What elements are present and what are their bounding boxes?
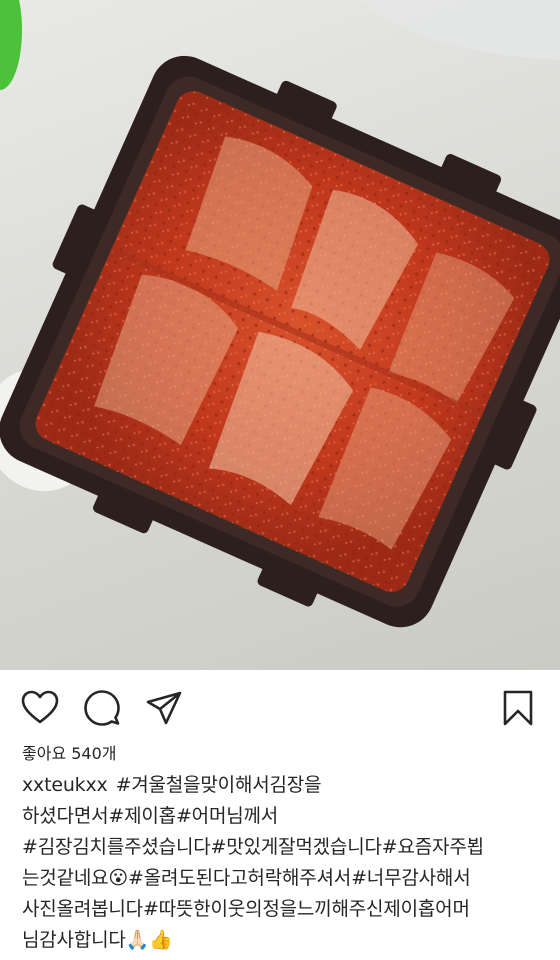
post-caption: xxteukxx #겨울철을맞이해서김장을 하셨다면서#제이홉#어머님께서 #김장…	[22, 770, 547, 956]
caption-text: #겨울철을맞이해서김장을	[115, 774, 322, 796]
save-button[interactable]	[498, 688, 538, 728]
post-actions-bar	[0, 670, 560, 740]
comment-button[interactable]	[82, 688, 122, 728]
caption-line: 사진올려봅니다#따뜻한이웃의정을느끼해주신제이홉어머	[22, 898, 470, 920]
share-icon	[146, 691, 182, 725]
likes-count[interactable]: 좋아요 540개	[22, 740, 117, 764]
share-button[interactable]	[144, 688, 184, 728]
caption-line: xxteukxx #겨울철을맞이해서김장을	[22, 770, 547, 801]
bookmark-icon	[503, 690, 533, 726]
username-link[interactable]: xxteukxx	[22, 774, 108, 796]
post-photo[interactable]	[0, 0, 560, 670]
kimchi-photo	[0, 0, 560, 628]
like-button[interactable]	[20, 688, 60, 728]
caption-line: 하셨다면서#제이홉#어머님께서	[22, 805, 279, 827]
caption-line: #김장김치를주셨습니다#맛있게잘먹겠습니다#요즘자주뵙	[22, 836, 484, 858]
caption-line: 님감사합니다🙏🏻👍	[22, 929, 173, 951]
comment-icon	[84, 690, 120, 726]
caption-line: 는것같네요😮#올려도된다고허락해주셔서#너무감사해서	[22, 867, 471, 889]
heart-icon	[21, 690, 59, 724]
